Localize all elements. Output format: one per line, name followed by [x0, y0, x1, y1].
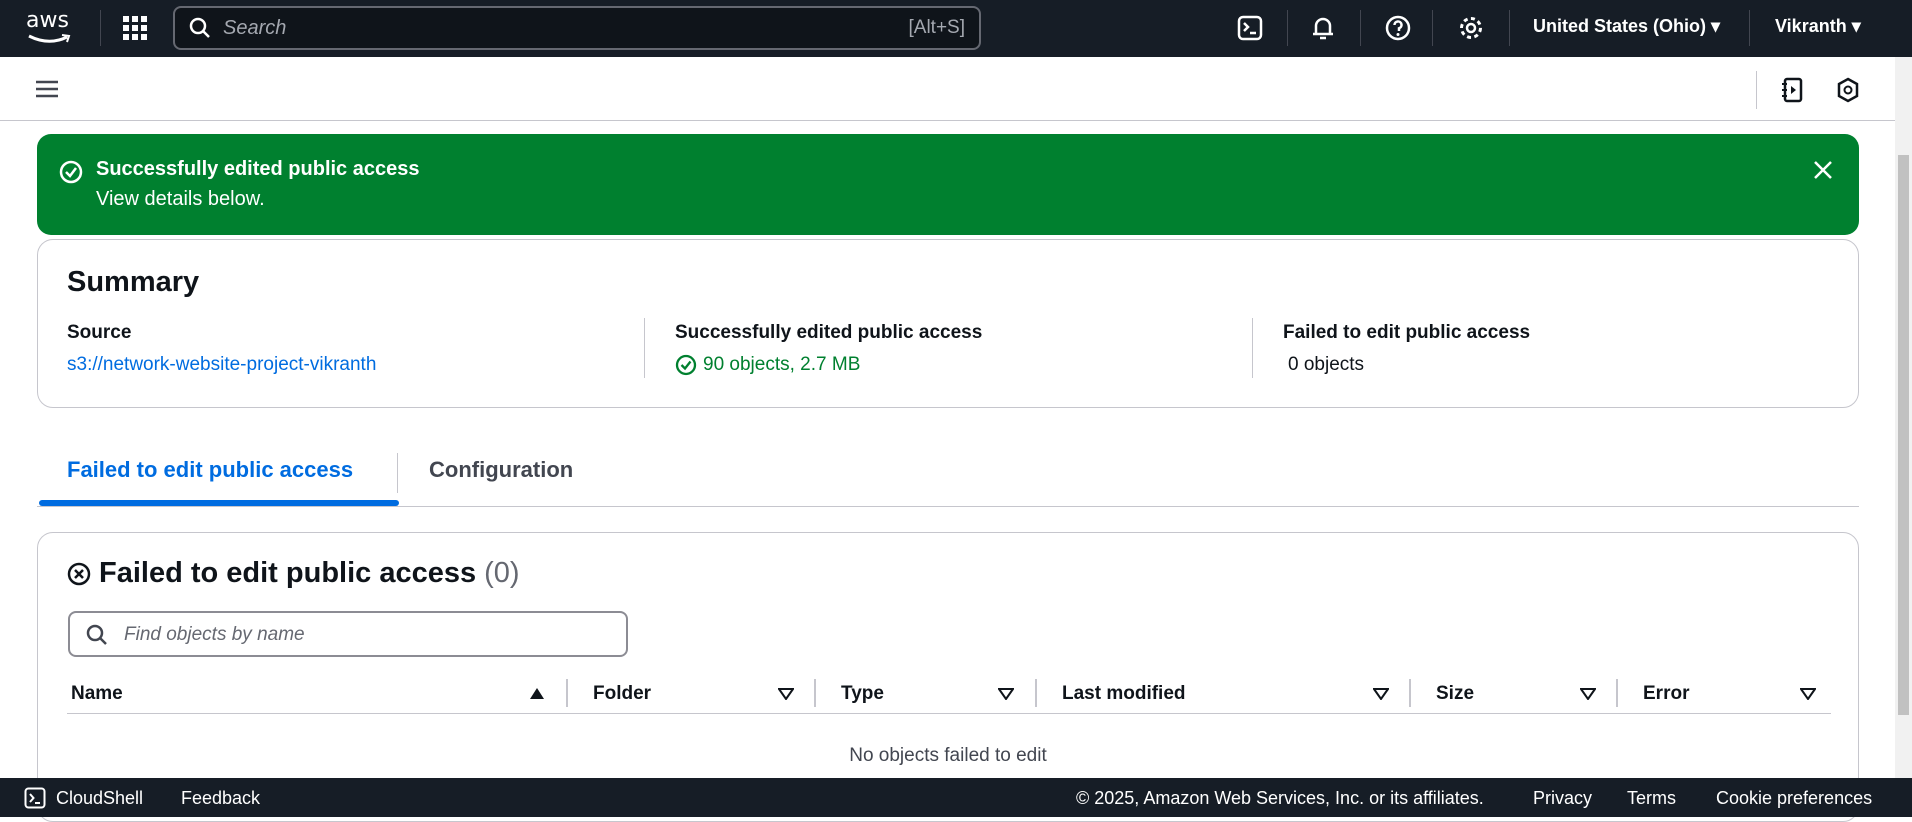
user-label: Vikranth: [1775, 16, 1847, 36]
column-error[interactable]: Error: [1643, 683, 1689, 705]
tab-failed[interactable]: Failed to edit public access: [67, 457, 353, 483]
failed-label: Failed to edit public access: [1283, 322, 1531, 343]
column-size[interactable]: Size: [1436, 683, 1474, 705]
search-icon: [86, 624, 107, 645]
copyright: © 2025, Amazon Web Services, Inc. or its…: [1076, 788, 1484, 808]
top-navigation: aws Search [Alt+S] United States (Ohio) …: [0, 0, 1912, 57]
success-value: 90 objects, 2.7 MB: [703, 354, 861, 375]
summary-success: Successfully edited public access 90 obj…: [675, 322, 982, 376]
bell-icon[interactable]: [1309, 14, 1337, 42]
column-folder[interactable]: Folder: [593, 683, 651, 705]
source-label: Source: [67, 322, 132, 343]
aws-logo-text: aws: [26, 8, 69, 33]
notes-icon[interactable]: [1780, 77, 1804, 103]
sort-ascending-icon[interactable]: [530, 688, 544, 699]
cookie-preferences-link[interactable]: Cookie preferences: [1716, 788, 1872, 809]
summary-title: Summary: [67, 266, 200, 298]
success-check-icon: [59, 160, 83, 184]
flash-title: Successfully edited public access: [96, 158, 420, 180]
divider: [1756, 71, 1757, 109]
page-scrollbar[interactable]: [1895, 57, 1912, 778]
summary-source: Source s3://network-website-project-vikr…: [67, 322, 376, 376]
secondary-toolbar: [0, 57, 1895, 121]
hamburger-menu-icon[interactable]: [36, 80, 58, 98]
search-input[interactable]: Search [Alt+S]: [173, 6, 981, 50]
error-x-icon: [67, 562, 91, 585]
failed-count: (0): [484, 557, 520, 589]
close-icon[interactable]: [1813, 160, 1833, 180]
aws-logo[interactable]: aws: [26, 8, 71, 43]
source-link[interactable]: s3://network-website-project-vikranth: [67, 354, 376, 376]
active-tab-indicator: [39, 500, 399, 506]
cloudshell-icon[interactable]: [24, 787, 46, 809]
feedback-link[interactable]: Feedback: [181, 788, 260, 809]
failed-panel-title: Failed to edit public access: [99, 557, 477, 589]
services-menu-icon[interactable]: [123, 16, 147, 40]
security-panel-icon[interactable]: [1836, 77, 1860, 103]
user-menu[interactable]: Vikranth ▾: [1775, 16, 1861, 37]
privacy-link[interactable]: Privacy: [1533, 788, 1592, 809]
success-flash-banner: Successfully edited public access View d…: [37, 134, 1859, 235]
gear-icon[interactable]: [1457, 14, 1485, 42]
sort-icon[interactable]: [778, 688, 794, 700]
empty-state-text: No objects failed to edit: [849, 745, 1047, 766]
divider: [100, 10, 101, 46]
find-objects-placeholder: Find objects by name: [124, 624, 305, 645]
summary-card: Summary Source s3://network-website-proj…: [37, 239, 1859, 408]
cloudshell-link[interactable]: CloudShell: [56, 788, 143, 809]
column-last-modified[interactable]: Last modified: [1062, 683, 1186, 705]
sort-icon[interactable]: [1580, 688, 1596, 700]
footer: CloudShell Feedback © 2025, Amazon Web S…: [0, 778, 1912, 817]
success-check-icon: [675, 354, 697, 376]
sort-icon[interactable]: [998, 688, 1014, 700]
find-objects-input[interactable]: Find objects by name: [68, 611, 628, 657]
failed-value: 0 objects: [1288, 354, 1365, 375]
search-placeholder: Search: [223, 16, 287, 39]
tab-list: Failed to edit public access Configurati…: [37, 441, 1859, 507]
search-icon: [189, 17, 210, 38]
sort-icon[interactable]: [1373, 688, 1389, 700]
summary-failed: Failed to edit public access 0 objects: [1283, 322, 1530, 376]
cloudshell-icon[interactable]: [1236, 14, 1264, 42]
sort-icon[interactable]: [1800, 688, 1816, 700]
search-shortcut: [Alt+S]: [908, 17, 966, 38]
tab-configuration[interactable]: Configuration: [429, 457, 573, 483]
success-label: Successfully edited public access: [675, 322, 983, 343]
column-type[interactable]: Type: [841, 683, 884, 705]
region-label: United States (Ohio): [1533, 16, 1707, 36]
column-name[interactable]: Name: [71, 683, 123, 705]
region-selector[interactable]: United States (Ohio) ▾: [1533, 16, 1720, 37]
terms-link[interactable]: Terms: [1627, 788, 1676, 809]
scrollbar-thumb[interactable]: [1898, 155, 1909, 715]
help-icon[interactable]: [1384, 14, 1412, 42]
flash-message: View details below.: [96, 188, 265, 210]
